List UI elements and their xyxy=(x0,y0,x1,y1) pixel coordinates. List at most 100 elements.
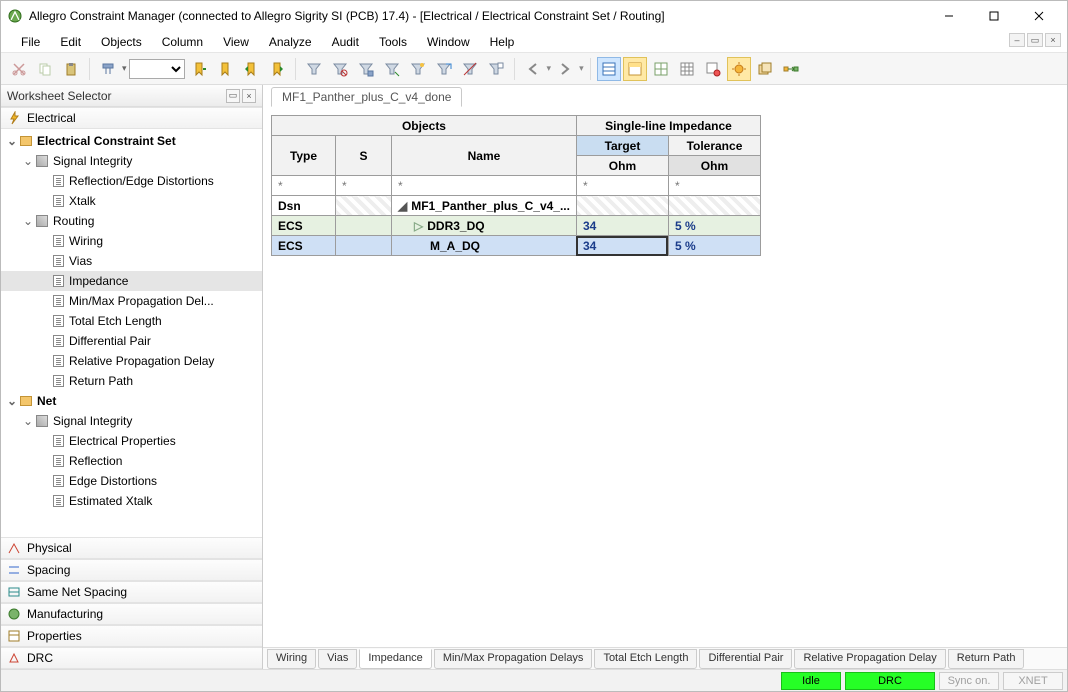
cell-type[interactable]: Dsn xyxy=(272,196,336,216)
tree-net-si[interactable]: ⌄Signal Integrity xyxy=(1,411,262,431)
section-manufacturing[interactable]: Manufacturing xyxy=(1,603,262,625)
tree-host[interactable]: ⌄Electrical Constraint Set ⌄Signal Integ… xyxy=(1,129,262,537)
expand-icon[interactable]: ◢ xyxy=(398,199,407,213)
cell-target[interactable]: 34 xyxy=(576,216,668,236)
menu-file[interactable]: File xyxy=(11,33,50,51)
col-type[interactable]: Type xyxy=(272,136,336,176)
filter-combo[interactable] xyxy=(129,59,185,79)
cell-tol[interactable]: 5 % xyxy=(668,216,760,236)
object-filter-icon[interactable] xyxy=(96,57,120,81)
tree-item-reflection-edge[interactable]: Reflection/Edge Distortions xyxy=(1,171,262,191)
cell-s[interactable] xyxy=(336,196,392,216)
btab-relprop[interactable]: Relative Propagation Delay xyxy=(794,649,945,669)
minimize-button[interactable] xyxy=(926,1,971,31)
menu-tools[interactable]: Tools xyxy=(369,33,417,51)
funnel-7-icon[interactable] xyxy=(458,57,482,81)
cell-type[interactable]: ECS xyxy=(272,216,336,236)
grid-config-icon[interactable] xyxy=(649,57,673,81)
cell-target[interactable] xyxy=(576,196,668,216)
highlight-mode1-icon[interactable] xyxy=(597,57,621,81)
tree-item-minmax-prop[interactable]: Min/Max Propagation Del... xyxy=(1,291,262,311)
tree-item-elecprops[interactable]: Electrical Properties xyxy=(1,431,262,451)
section-drc[interactable]: DRC xyxy=(1,647,262,669)
mdi-minimize[interactable]: – xyxy=(1009,33,1025,47)
tree-net[interactable]: ⌄Net xyxy=(1,391,262,411)
tree-item-diffpair[interactable]: Differential Pair xyxy=(1,331,262,351)
funnel-8-icon[interactable] xyxy=(484,57,508,81)
bookmark-prev-icon[interactable] xyxy=(239,57,263,81)
menu-edit[interactable]: Edit xyxy=(50,33,91,51)
filter-tol[interactable]: * xyxy=(668,176,760,196)
status-sync[interactable]: Sync on. xyxy=(939,672,999,690)
filter-row[interactable]: * * * * * xyxy=(272,176,761,196)
tree-ecs[interactable]: ⌄Electrical Constraint Set xyxy=(1,131,262,151)
section-physical[interactable]: Physical xyxy=(1,537,262,559)
section-samenet[interactable]: Same Net Spacing xyxy=(1,581,262,603)
sun-highlight-icon[interactable] xyxy=(727,57,751,81)
filter-type[interactable]: * xyxy=(272,176,336,196)
mdi-close[interactable]: × xyxy=(1045,33,1061,47)
filter-s[interactable]: * xyxy=(336,176,392,196)
col-name[interactable]: Name xyxy=(392,136,577,176)
tree-ecs-si[interactable]: ⌄Signal Integrity xyxy=(1,151,262,171)
status-xnet[interactable]: XNET xyxy=(1003,672,1063,690)
row-dsn[interactable]: Dsn ◢MF1_Panther_plus_C_v4_... xyxy=(272,196,761,216)
window-copy-icon[interactable] xyxy=(753,57,777,81)
flow-icon[interactable] xyxy=(779,57,803,81)
row-ecs-madq[interactable]: ECS M_A_DQ 34 5 % xyxy=(272,236,761,256)
cell-s[interactable] xyxy=(336,236,392,256)
table-add-icon[interactable] xyxy=(701,57,725,81)
highlight-mode2-icon[interactable] xyxy=(623,57,647,81)
section-properties[interactable]: Properties xyxy=(1,625,262,647)
cell-s[interactable] xyxy=(336,216,392,236)
cell-type[interactable]: ECS xyxy=(272,236,336,256)
section-spacing[interactable]: Spacing xyxy=(1,559,262,581)
cell-name[interactable]: ◢MF1_Panther_plus_C_v4_... xyxy=(392,196,577,216)
menu-column[interactable]: Column xyxy=(152,33,213,51)
row-ecs-ddr3[interactable]: ECS ▷DDR3_DQ 34 5 % xyxy=(272,216,761,236)
panel-close-button[interactable]: × xyxy=(242,89,256,103)
btab-etch[interactable]: Total Etch Length xyxy=(594,649,697,669)
btab-wiring[interactable]: Wiring xyxy=(267,649,316,669)
tree-item-returnpath[interactable]: Return Path xyxy=(1,371,262,391)
close-button[interactable] xyxy=(1016,1,1061,31)
funnel-3-icon[interactable] xyxy=(354,57,378,81)
section-electrical[interactable]: Electrical xyxy=(1,107,262,129)
bookmark-go-icon[interactable] xyxy=(187,57,211,81)
funnel-2-icon[interactable] xyxy=(328,57,352,81)
tree-item-wiring[interactable]: Wiring xyxy=(1,231,262,251)
paste-icon[interactable] xyxy=(59,57,83,81)
copy-icon[interactable] xyxy=(33,57,57,81)
panel-float-button[interactable]: ▭ xyxy=(226,89,240,103)
cut-icon[interactable] xyxy=(7,57,31,81)
tree-item-relprop[interactable]: Relative Propagation Delay xyxy=(1,351,262,371)
btab-return[interactable]: Return Path xyxy=(948,649,1025,669)
tree-item-reflection[interactable]: Reflection xyxy=(1,451,262,471)
bookmark-icon[interactable] xyxy=(213,57,237,81)
cell-tol[interactable] xyxy=(668,196,760,216)
nav-back-icon[interactable] xyxy=(521,57,545,81)
funnel-6-icon[interactable] xyxy=(432,57,456,81)
filter-target[interactable]: * xyxy=(576,176,668,196)
menu-audit[interactable]: Audit xyxy=(322,33,369,51)
btab-vias[interactable]: Vias xyxy=(318,649,357,669)
menu-analyze[interactable]: Analyze xyxy=(259,33,322,51)
tree-item-xtalk[interactable]: Xtalk xyxy=(1,191,262,211)
tree-item-vias[interactable]: Vias xyxy=(1,251,262,271)
cell-name[interactable]: M_A_DQ xyxy=(392,236,577,256)
menu-view[interactable]: View xyxy=(213,33,259,51)
btab-diffpair[interactable]: Differential Pair xyxy=(699,649,792,669)
constraint-grid[interactable]: Objects Single-line Impedance Type S Nam… xyxy=(271,115,761,256)
funnel-4-icon[interactable] xyxy=(380,57,404,81)
col-tolerance[interactable]: Tolerance xyxy=(668,136,760,156)
col-target[interactable]: Target xyxy=(576,136,668,156)
btab-minmax[interactable]: Min/Max Propagation Delays xyxy=(434,649,593,669)
menu-objects[interactable]: Objects xyxy=(91,33,152,51)
tree-item-impedance[interactable]: Impedance xyxy=(1,271,262,291)
cell-tol[interactable]: 5 % xyxy=(668,236,760,256)
table-view-icon[interactable] xyxy=(675,57,699,81)
filter-name[interactable]: * xyxy=(392,176,577,196)
maximize-button[interactable] xyxy=(971,1,1016,31)
mdi-restore[interactable]: ▭ xyxy=(1027,33,1043,47)
btab-impedance[interactable]: Impedance xyxy=(359,649,431,669)
